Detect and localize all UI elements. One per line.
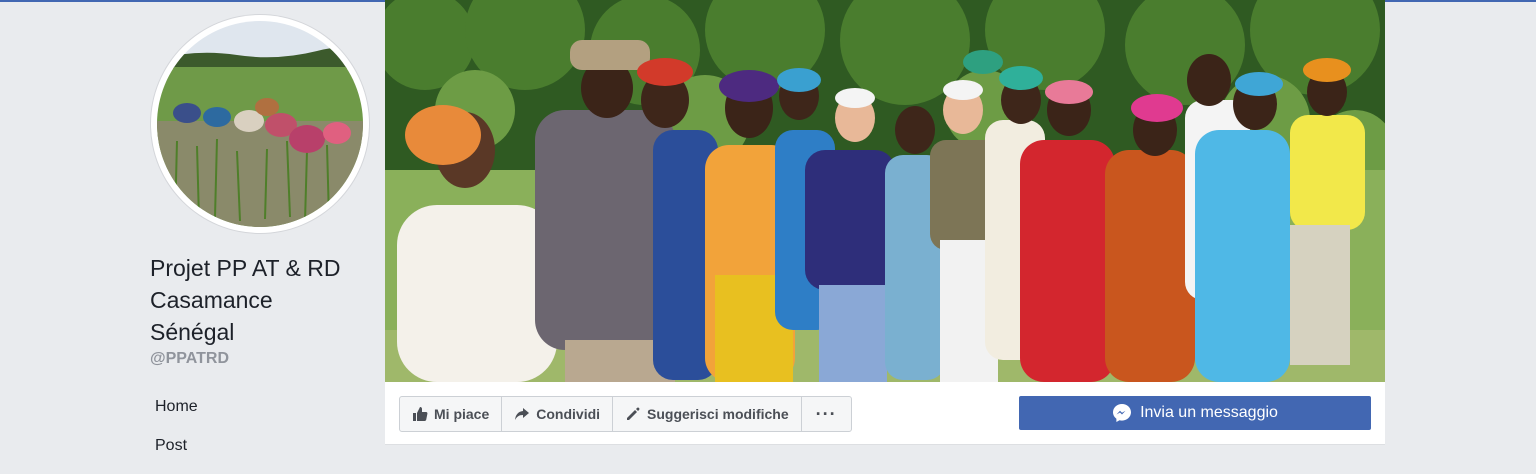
page-username[interactable]: @PPATRD (150, 350, 229, 368)
page-title-line: Sénégal (150, 319, 235, 345)
nav-item-home[interactable]: Home (155, 396, 198, 435)
page-title-line: Casamance (150, 287, 273, 313)
profile-photo-rice-field (157, 21, 363, 227)
like-button[interactable]: Mi piace (400, 397, 503, 431)
nav-item-post[interactable]: Post (155, 435, 198, 474)
send-message-button[interactable]: Invia un messaggio (1019, 396, 1371, 430)
share-button[interactable]: Condividi (502, 397, 614, 431)
cover-photo[interactable] (385, 0, 1385, 382)
action-button-group: Mi piace Condividi Suggerisci modifiche … (399, 396, 852, 432)
messenger-icon (1113, 404, 1132, 422)
suggest-edits-button[interactable]: Suggerisci modifiche (613, 397, 802, 431)
left-nav: Home Post (155, 396, 198, 474)
like-button-label: Mi piace (434, 406, 490, 422)
thumbs-up-icon (413, 407, 428, 421)
page-title[interactable]: Projet PP AT & RD Casamance Sénégal (150, 252, 375, 348)
more-options-button[interactable]: ··· (802, 397, 851, 431)
send-message-label: Invia un messaggio (1140, 404, 1278, 421)
share-arrow-icon (515, 408, 530, 420)
page-action-bar: Mi piace Condividi Suggerisci modifiche … (385, 382, 1385, 445)
page-title-line: Projet PP AT & RD (150, 255, 341, 281)
share-button-label: Condividi (536, 406, 601, 422)
profile-picture[interactable] (151, 15, 369, 233)
pencil-icon (627, 407, 640, 420)
suggest-edits-label: Suggerisci modifiche (647, 406, 789, 422)
